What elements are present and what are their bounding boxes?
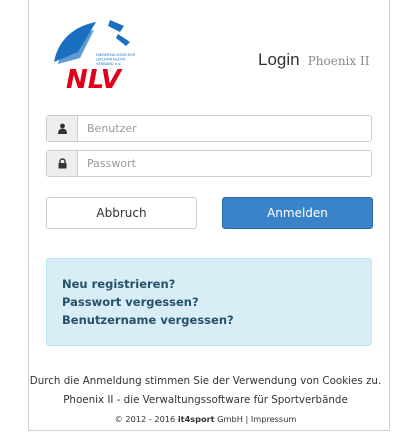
tagline: Phoenix II - die Verwaltungssoftware für…	[63, 394, 348, 406]
logo-subtext-2: LEICHTATHLETIK	[96, 58, 126, 62]
nlv-logo: NIEDERSÄCHSISCHER LEICHTATHLETIK VERBAND…	[54, 20, 136, 90]
cancel-button[interactable]: Abbruch	[46, 197, 197, 229]
password-input[interactable]	[78, 151, 371, 176]
help-links-panel: Neu registrieren? Passwort vergessen? Be…	[46, 258, 372, 346]
imprint-link[interactable]: Impressum	[251, 414, 297, 424]
username-input[interactable]	[78, 116, 371, 141]
lock-icon	[47, 151, 78, 176]
cookie-notice: Durch die Anmeldung stimmen Sie der Verw…	[29, 375, 382, 387]
company-name: it4sport	[177, 414, 215, 424]
user-icon	[47, 116, 78, 141]
forgot-password-link[interactable]: Passwort vergessen?	[62, 293, 371, 311]
password-group	[46, 150, 372, 177]
username-group	[46, 115, 372, 142]
copyright-line: © 2012 - 2016 it4sport GmbH | Impressum	[0, 414, 411, 424]
login-heading: Login Phoenix II	[258, 50, 369, 70]
register-link[interactable]: Neu registrieren?	[62, 275, 371, 293]
login-button[interactable]: Anmelden	[222, 197, 373, 229]
company-suffix: GmbH	[217, 414, 243, 424]
logo-subtext-1: NIEDERSÄCHSISCHER	[96, 52, 136, 57]
page-title: Login	[258, 50, 300, 69]
logo-text: NLV	[66, 65, 123, 90]
forgot-username-link[interactable]: Benutzername vergessen?	[62, 311, 371, 329]
copyright-text: © 2012 - 2016	[114, 414, 176, 424]
page-subtitle: Phoenix II	[307, 54, 370, 68]
separator: |	[245, 414, 249, 424]
